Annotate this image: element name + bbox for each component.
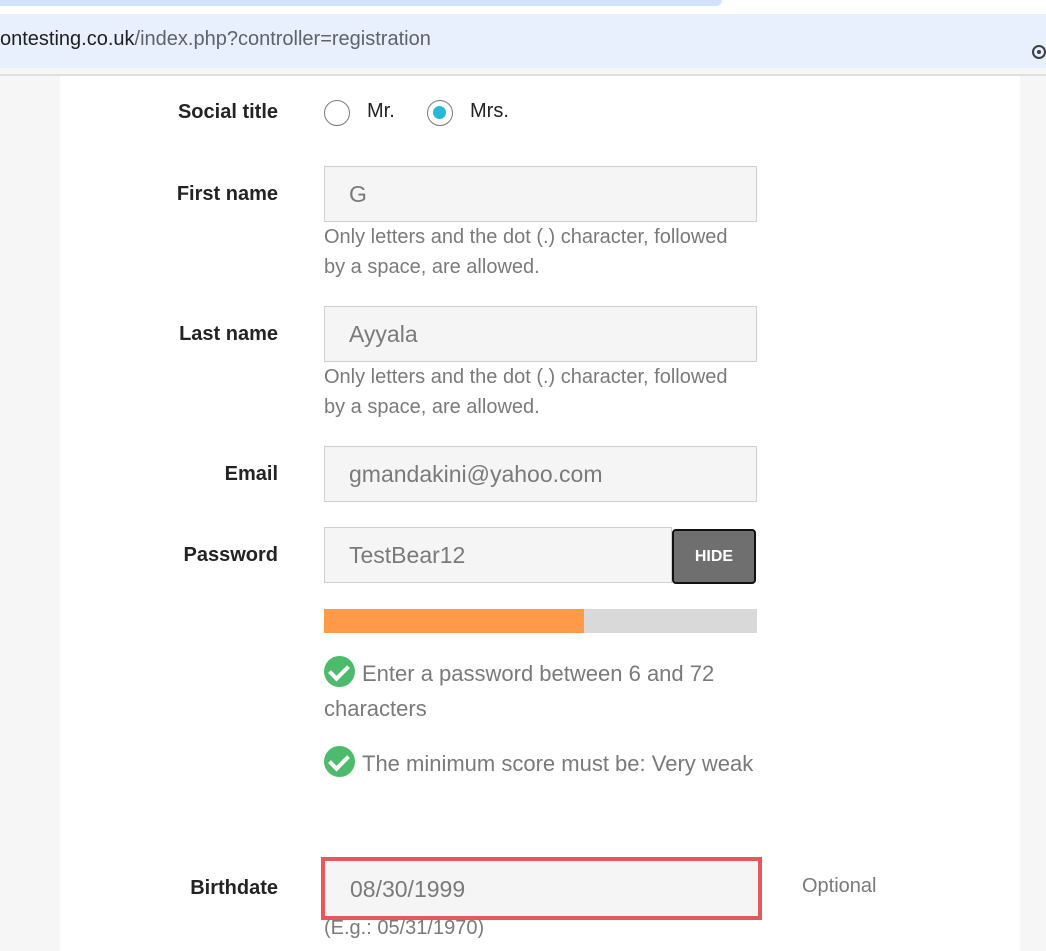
email-field[interactable]: gmandakini@yahoo.com	[324, 446, 757, 502]
password-value: TestBear12	[349, 542, 466, 568]
last-name-label: Last name	[179, 323, 278, 345]
password-rule-score: The minimum score must be: Very weak	[324, 746, 764, 781]
first-name-label: First name	[176, 183, 278, 205]
email-value: gmandakini@yahoo.com	[349, 461, 603, 487]
password-label: Password	[183, 544, 278, 566]
password-rule-length: Enter a password between 6 and 72 charac…	[324, 656, 764, 726]
last-name-help: Only letters and the dot (.) character, …	[324, 366, 728, 418]
first-name-help: Only letters and the dot (.) character, …	[324, 226, 728, 278]
password-strength-meter	[324, 609, 757, 633]
radio-mr-label[interactable]: Mr.	[367, 100, 395, 123]
last-name-field[interactable]: Ayyala	[324, 306, 757, 362]
password-field[interactable]: TestBear12	[324, 527, 672, 583]
address-bar[interactable]: ontesting.co.uk/index.php?controller=reg…	[0, 14, 1046, 68]
birthdate-help: (E.g.: 05/31/1970)	[324, 917, 485, 939]
check-circle-icon	[324, 656, 355, 687]
url-host: ontesting.co.uk	[0, 28, 135, 50]
social-title-label: Social title	[177, 101, 278, 123]
browser-tab-strip	[0, 0, 1046, 14]
first-name-value: G	[349, 181, 367, 207]
password-hide-button[interactable]: HIDE	[672, 529, 756, 584]
site-info-icon[interactable]	[1032, 45, 1046, 59]
birthdate-field[interactable]: 08/30/1999	[321, 857, 762, 920]
active-tab-edge[interactable]	[0, 0, 722, 6]
password-rule-score-text: The minimum score must be: Very weak	[362, 751, 754, 776]
password-strength-fill	[324, 609, 584, 633]
birthdate-value: 08/30/1999	[350, 876, 466, 902]
birthdate-optional-label: Optional	[802, 875, 877, 897]
check-circle-icon	[324, 746, 355, 777]
url-path: /index.php?controller=registration	[134, 28, 431, 50]
birthdate-label: Birthdate	[190, 877, 278, 899]
url-text[interactable]: ontesting.co.uk/index.php?controller=reg…	[0, 28, 431, 51]
last-name-value: Ayyala	[349, 321, 418, 347]
radio-mr[interactable]	[324, 100, 350, 126]
radio-mrs[interactable]	[427, 100, 453, 126]
first-name-field[interactable]: G	[324, 166, 757, 222]
email-label: Email	[224, 463, 278, 485]
password-rule-length-text: Enter a password between 6 and 72 charac…	[324, 661, 715, 721]
radio-mrs-label[interactable]: Mrs.	[470, 100, 509, 123]
